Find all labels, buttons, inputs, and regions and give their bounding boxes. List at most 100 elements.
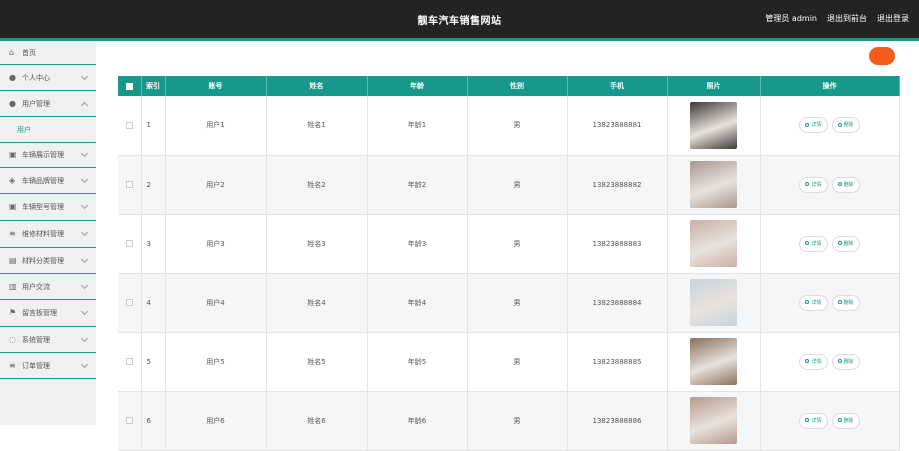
delete-button[interactable]: 删除 (831, 235, 860, 252)
sidebar-item-3[interactable]: ▣ 车辆展示管理 (0, 142, 96, 168)
table-row: 1 用户1 姓名1 年龄1 男 13823888881 详情 删除 (118, 96, 900, 156)
row-name: 姓名5 (266, 332, 368, 392)
trash-icon (837, 359, 842, 363)
select-all-checkbox[interactable] (118, 76, 142, 96)
header-actions: 操作 (760, 76, 900, 96)
detail-label: 详情 (811, 122, 822, 129)
sidebar-item-1[interactable]: ● 个人中心 (0, 65, 96, 91)
sidebar-item-8[interactable]: ▥ 用户交流 (0, 274, 96, 300)
row-age: 年龄2 (367, 155, 468, 215)
trash-icon (837, 300, 842, 304)
delete-label: 删除 (843, 122, 854, 129)
row-actions: 详情 删除 (760, 214, 900, 274)
home-icon: ⌂ (9, 47, 15, 57)
sidebar-item-label: 车辆品牌管理 (22, 176, 64, 185)
chevron-down-icon (80, 228, 89, 237)
detail-label: 详情 (811, 417, 822, 424)
row-gender: 男 (467, 96, 568, 156)
logout-link[interactable]: 退出登录 (877, 13, 909, 24)
back-to-frontend-link[interactable]: 退出到前台 (827, 13, 867, 24)
trash-icon (837, 182, 842, 186)
sidebar: ⌂ 首页 ● 个人中心 ● 用户管理 ▣ 车辆展示管理 ◈ 车辆品牌管理 ▣ 车辆型号管理 ≡ 维修材料管… (0, 41, 96, 425)
sidebar-item-label: 车辆型号管理 (22, 203, 64, 211)
sidebar-item-10[interactable]: ◌ 系统管理 (0, 327, 96, 353)
sidebar-item-label: 系统管理 (22, 335, 50, 344)
row-select-cell[interactable] (118, 391, 142, 451)
row-account: 用户4 (165, 273, 267, 333)
row-checkbox[interactable] (125, 299, 133, 306)
row-select-cell[interactable] (118, 332, 142, 392)
row-select-cell[interactable] (118, 273, 142, 333)
row-account: 用户5 (165, 332, 267, 392)
row-checkbox[interactable] (125, 240, 133, 247)
detail-button[interactable]: 详情 (799, 117, 828, 134)
trash-icon (837, 418, 842, 422)
table-header-row: 索引 账号 姓名 年龄 性别 手机 照片 操作 (118, 76, 900, 96)
sidebar-item-5[interactable]: ▣ 车辆型号管理 (0, 194, 96, 221)
sidebar-item-label: 维修材料管理 (22, 230, 64, 238)
sidebar-item-11[interactable]: ≡ 订单管理 (0, 353, 96, 379)
sidebar-item-label: 车辆展示管理 (22, 150, 64, 159)
detail-button[interactable]: 详情 (799, 176, 828, 193)
sidebar-item-label: 材料分类管理 (22, 256, 64, 265)
row-index: 1 (141, 96, 166, 156)
row-gender: 男 (467, 391, 568, 451)
orange-action-button[interactable] (869, 47, 895, 65)
sidebar-subitem-users[interactable]: 用户 (0, 117, 96, 143)
sidebar-item-6[interactable]: ≡ 维修材料管理 (0, 221, 96, 248)
sidebar-item-label: 用户管理 (22, 99, 50, 108)
delete-button[interactable]: 删除 (831, 117, 860, 134)
info-icon (805, 300, 810, 304)
row-photo-cell (667, 391, 761, 451)
row-account: 用户3 (165, 214, 267, 274)
row-checkbox[interactable] (125, 121, 133, 129)
table-row: 6 用户6 姓名6 年龄6 男 13823888886 详情 删除 (118, 391, 900, 451)
row-phone: 13823888881 (567, 96, 668, 156)
row-name: 姓名2 (266, 155, 368, 215)
row-select-cell[interactable] (118, 214, 142, 274)
delete-button[interactable]: 删除 (831, 353, 860, 370)
user-icon: ● (9, 98, 16, 108)
row-select-cell[interactable] (118, 96, 142, 156)
chevron-down-icon (80, 255, 89, 263)
sidebar-item-7[interactable]: ▤ 材料分类管理 (0, 248, 96, 274)
info-icon (805, 359, 810, 363)
row-checkbox[interactable] (125, 417, 133, 424)
tag-icon: ◈ (9, 175, 16, 185)
row-photo-cell (667, 96, 761, 156)
sidebar-item-0[interactable]: ⌂ 首页 (0, 41, 96, 65)
chat-icon: ▥ (9, 281, 17, 291)
flag-icon: ⚑ (9, 308, 17, 317)
row-gender: 男 (467, 273, 568, 333)
detail-button[interactable]: 详情 (799, 412, 828, 429)
sidebar-item-label: 留言板管理 (22, 309, 57, 317)
chevron-down-icon (80, 360, 89, 368)
detail-button[interactable]: 详情 (799, 294, 828, 311)
row-name: 姓名3 (266, 214, 368, 274)
info-icon (805, 182, 810, 186)
header-index: 索引 (141, 76, 166, 96)
trash-icon (837, 241, 842, 245)
delete-label: 删除 (843, 358, 854, 365)
row-gender: 男 (467, 155, 568, 215)
user-photo (690, 101, 737, 149)
delete-button[interactable]: 删除 (831, 294, 860, 311)
chevron-down-icon (80, 201, 89, 210)
delete-label: 删除 (843, 299, 854, 306)
sidebar-item-2[interactable]: ● 用户管理 (0, 91, 96, 117)
row-checkbox[interactable] (125, 358, 133, 365)
list-icon: ≡ (9, 360, 16, 370)
chevron-down-icon (80, 281, 89, 289)
sidebar-item-4[interactable]: ◈ 车辆品牌管理 (0, 168, 96, 194)
delete-button[interactable]: 删除 (831, 412, 860, 429)
detail-button[interactable]: 详情 (799, 353, 828, 370)
row-index: 2 (141, 155, 166, 215)
row-checkbox[interactable] (125, 181, 133, 188)
sidebar-item-9[interactable]: ⚑ 留言板管理 (0, 300, 96, 327)
delete-button[interactable]: 删除 (831, 176, 860, 193)
row-actions: 详情 删除 (760, 155, 900, 215)
detail-button[interactable]: 详情 (799, 235, 828, 252)
row-phone: 13823888883 (567, 214, 668, 274)
row-select-cell[interactable] (118, 155, 142, 215)
row-phone: 13823888882 (567, 155, 668, 215)
